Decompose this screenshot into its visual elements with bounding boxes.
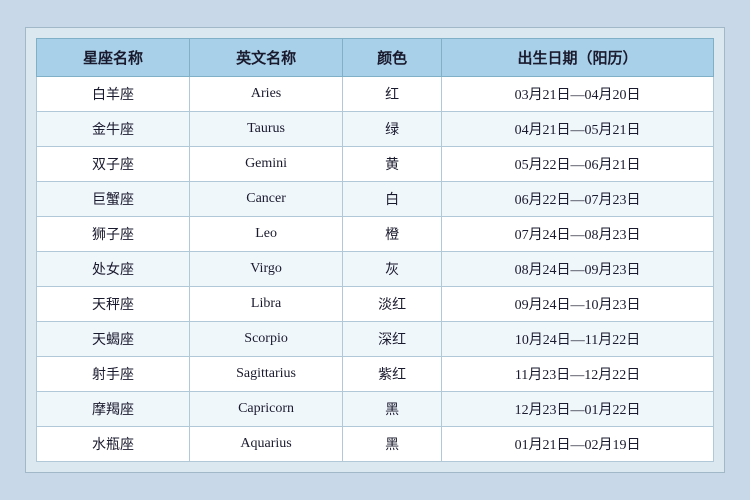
cell-1-0: 金牛座	[37, 112, 190, 147]
header-col-1: 英文名称	[190, 39, 343, 77]
cell-8-0: 射手座	[37, 357, 190, 392]
cell-6-3: 09月24日—10月23日	[442, 287, 714, 322]
cell-2-2: 黄	[343, 147, 442, 182]
cell-9-3: 12月23日—01月22日	[442, 392, 714, 427]
cell-10-3: 01月21日—02月19日	[442, 427, 714, 462]
cell-5-1: Virgo	[190, 252, 343, 287]
cell-4-2: 橙	[343, 217, 442, 252]
cell-10-0: 水瓶座	[37, 427, 190, 462]
cell-1-2: 绿	[343, 112, 442, 147]
cell-10-2: 黑	[343, 427, 442, 462]
cell-3-2: 白	[343, 182, 442, 217]
table-row: 白羊座Aries红03月21日—04月20日	[37, 77, 714, 112]
cell-0-0: 白羊座	[37, 77, 190, 112]
cell-4-0: 狮子座	[37, 217, 190, 252]
cell-2-0: 双子座	[37, 147, 190, 182]
cell-7-3: 10月24日—11月22日	[442, 322, 714, 357]
cell-9-0: 摩羯座	[37, 392, 190, 427]
header-row: 星座名称英文名称颜色出生日期（阳历）	[37, 39, 714, 77]
header-col-3: 出生日期（阳历）	[442, 39, 714, 77]
cell-1-3: 04月21日—05月21日	[442, 112, 714, 147]
cell-3-1: Cancer	[190, 182, 343, 217]
cell-2-1: Gemini	[190, 147, 343, 182]
cell-0-1: Aries	[190, 77, 343, 112]
table-row: 双子座Gemini黄05月22日—06月21日	[37, 147, 714, 182]
cell-9-1: Capricorn	[190, 392, 343, 427]
table-row: 巨蟹座Cancer白06月22日—07月23日	[37, 182, 714, 217]
cell-8-1: Sagittarius	[190, 357, 343, 392]
table-row: 天蝎座Scorpio深红10月24日—11月22日	[37, 322, 714, 357]
cell-6-2: 淡红	[343, 287, 442, 322]
table-row: 摩羯座Capricorn黑12月23日—01月22日	[37, 392, 714, 427]
cell-3-0: 巨蟹座	[37, 182, 190, 217]
header-col-0: 星座名称	[37, 39, 190, 77]
table-header: 星座名称英文名称颜色出生日期（阳历）	[37, 39, 714, 77]
cell-5-3: 08月24日—09月23日	[442, 252, 714, 287]
cell-10-1: Aquarius	[190, 427, 343, 462]
cell-4-3: 07月24日—08月23日	[442, 217, 714, 252]
cell-0-2: 红	[343, 77, 442, 112]
cell-1-1: Taurus	[190, 112, 343, 147]
table-row: 射手座Sagittarius紫红11月23日—12月22日	[37, 357, 714, 392]
cell-8-3: 11月23日—12月22日	[442, 357, 714, 392]
cell-7-2: 深红	[343, 322, 442, 357]
cell-5-0: 处女座	[37, 252, 190, 287]
table-body: 白羊座Aries红03月21日—04月20日金牛座Taurus绿04月21日—0…	[37, 77, 714, 462]
cell-6-1: Libra	[190, 287, 343, 322]
table-row: 处女座Virgo灰08月24日—09月23日	[37, 252, 714, 287]
table-row: 金牛座Taurus绿04月21日—05月21日	[37, 112, 714, 147]
cell-4-1: Leo	[190, 217, 343, 252]
table-row: 水瓶座Aquarius黑01月21日—02月19日	[37, 427, 714, 462]
cell-7-0: 天蝎座	[37, 322, 190, 357]
cell-5-2: 灰	[343, 252, 442, 287]
zodiac-table: 星座名称英文名称颜色出生日期（阳历） 白羊座Aries红03月21日—04月20…	[36, 38, 714, 462]
table-row: 天秤座Libra淡红09月24日—10月23日	[37, 287, 714, 322]
zodiac-table-container: 星座名称英文名称颜色出生日期（阳历） 白羊座Aries红03月21日—04月20…	[25, 27, 725, 473]
cell-0-3: 03月21日—04月20日	[442, 77, 714, 112]
cell-6-0: 天秤座	[37, 287, 190, 322]
cell-8-2: 紫红	[343, 357, 442, 392]
cell-3-3: 06月22日—07月23日	[442, 182, 714, 217]
cell-7-1: Scorpio	[190, 322, 343, 357]
header-col-2: 颜色	[343, 39, 442, 77]
cell-2-3: 05月22日—06月21日	[442, 147, 714, 182]
table-row: 狮子座Leo橙07月24日—08月23日	[37, 217, 714, 252]
cell-9-2: 黑	[343, 392, 442, 427]
